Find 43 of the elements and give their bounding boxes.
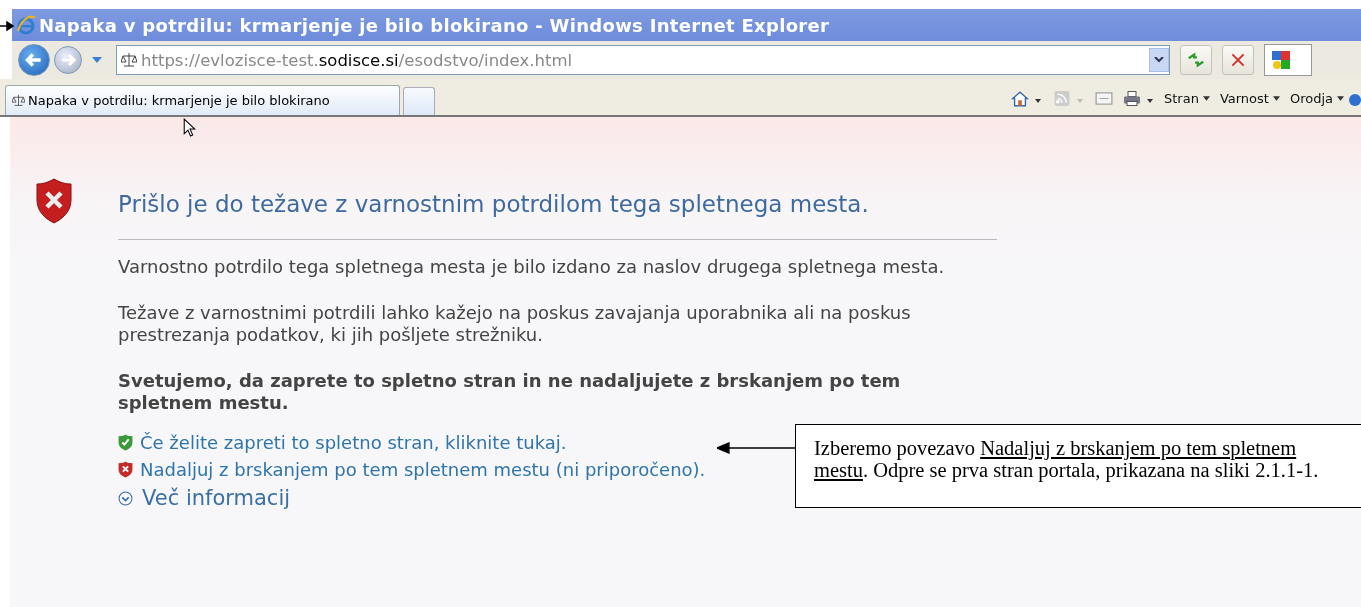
shield-check-icon — [118, 433, 133, 451]
menu-button[interactable]: Stran — [1159, 91, 1215, 115]
refresh-button[interactable] — [1180, 45, 1212, 75]
caret-icon — [1272, 96, 1280, 101]
forward-button[interactable] — [54, 46, 82, 74]
help-icon[interactable] — [1349, 92, 1361, 108]
squares-logo-icon — [1271, 50, 1291, 70]
dropdown-button[interactable] — [1149, 48, 1169, 72]
shield-error-icon — [118, 460, 133, 478]
refresh-icon — [1187, 51, 1205, 69]
scales-icon — [121, 52, 137, 68]
url-text: https://evlozisce-test.sodisce.si/esodstvo/index.html — [141, 50, 574, 70]
caret-icon[interactable] — [1147, 99, 1153, 103]
menu-button[interactable]: Varnost — [1214, 91, 1285, 115]
paragraph: Težave z varnostnimi potrdili lahko kažejo na poskus zavajanja uporabnika ali na poskus prestrezanja podatkov, ki jih pošljete strežniku. — [118, 302, 912, 346]
link[interactable]: Če želite zapreti to spletno stran, kliknite tukaj. — [140, 431, 567, 453]
arrow-icon — [0, 21, 14, 31]
shield-error-icon — [36, 177, 72, 225]
window-title: Napaka v potrdilu: krmarjenje je bilo blokirano - Windows Internet Explorer — [39, 14, 830, 36]
link[interactable]: Nadaljuj z brskanjem po tem spletnem mestu (ni priporočeno). — [140, 458, 706, 480]
browser-logo-icon — [16, 15, 36, 35]
search-box[interactable] — [1264, 44, 1312, 76]
back-button[interactable] — [18, 44, 50, 76]
close-icon — [1230, 52, 1246, 68]
callout-text: Izberemo povezavo Nadaljuj z brskanjem po tem spletnem mestu. Odpre se prva stran portala, prikazana na sliki 2.1.1-1. — [814, 437, 1320, 481]
browser-tab[interactable]: Napaka v potrdilu: krmarjenje je bilo blokirano — [5, 85, 400, 115]
paragraph: Varnostno potrdilo tega spletnega mesta je bilo izdano za naslov drugega spletnega mesta. — [118, 256, 946, 278]
error-heading: Prišlo je do težave z varnostnim potrdilom tega spletnega mesta. — [118, 190, 870, 218]
more-info-button[interactable]: Več informacij — [118, 486, 291, 510]
caret-icon — [1337, 96, 1344, 101]
address-field[interactable]: https://evlozisce-test.sodisce.si/esodstvo/index.html — [116, 45, 1170, 75]
dropdown-icon[interactable] — [92, 57, 102, 63]
caret-icon[interactable] — [1035, 99, 1041, 103]
stop-button[interactable] — [1222, 45, 1254, 75]
chevron-icon — [1154, 57, 1164, 63]
print-icon[interactable] — [1123, 90, 1141, 107]
cursor-icon — [183, 118, 196, 137]
home-icon[interactable] — [1011, 90, 1029, 107]
caret-icon — [1202, 96, 1210, 101]
scales-icon — [12, 94, 25, 107]
advice-text: Svetujemo, da zaprete to spletno stran in ne nadaljujete z brskanjem po tem spletnem mestu. — [118, 370, 902, 414]
chevron-icon — [118, 490, 133, 506]
menu-button[interactable]: Orodja — [1284, 91, 1349, 115]
